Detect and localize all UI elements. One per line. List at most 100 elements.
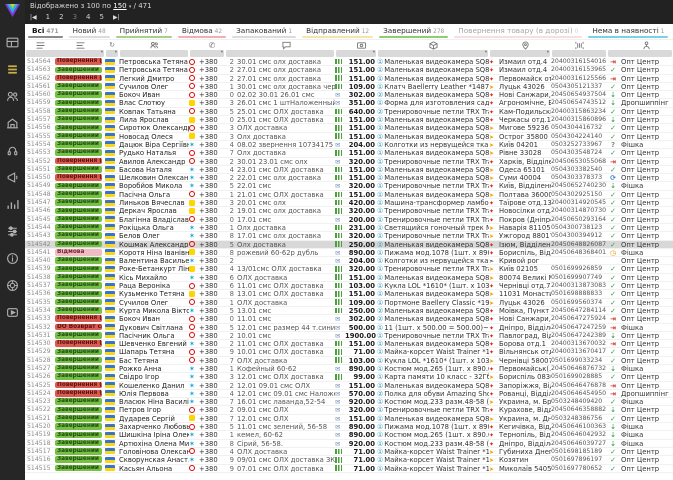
tab-8[interactable]: Повернення товару (в дорозі) 0 (451, 24, 585, 39)
table-row[interactable]: 514538 Завершений Кісь Михайло ✶ +380 6 ОЛХ до… (25, 274, 673, 283)
tab-6[interactable]: Відправлений 12 (299, 24, 376, 39)
page-button-3[interactable]: 3 (73, 13, 77, 21)
sidebar-item-clients[interactable] (6, 90, 19, 103)
table-row[interactable]: 514556 Завершений Сиротюк Олександр +380 3 ОЛ… (25, 124, 673, 133)
table-row[interactable]: 514550 Повернення (з... Шелковин Олексан..… (25, 174, 673, 183)
table-row[interactable]: 514519 Завершений Шишкіна Іріна Олек...✶ +3… (25, 431, 673, 440)
column-header-source[interactable]: ↻ (105, 40, 119, 50)
table-row[interactable]: 514544 Завершений Рокіцька Ольга ✶ +380 1 Олх … (25, 224, 673, 233)
column-header-tracking[interactable] (551, 40, 607, 50)
table-row[interactable]: 514539 Завершений Роке-Бетанкурт Лін... +38… (25, 265, 673, 274)
table-row[interactable]: 514540 Завершений Валентина Василье... ✶ +38… (25, 257, 673, 266)
table-row[interactable]: 514522 Завершений Петров Ігор +380 2 09.01 см… (25, 406, 673, 415)
column-header-product[interactable] (377, 40, 489, 50)
table-row[interactable]: 514515 Завершений Касьян Альона +380 9 07.01 … (25, 465, 673, 473)
column-header-phone[interactable]: ✆ (199, 40, 225, 50)
sidebar-item-marketing[interactable] (6, 171, 19, 184)
table-row[interactable]: 514564 Повернення (з... Петровська Тетяна +… (25, 58, 673, 67)
column-header-address[interactable] (499, 40, 551, 50)
table-row[interactable]: 514555 Завершений Новосад Олеся +380 3 Олх до… (25, 133, 673, 141)
app-logo[interactable] (4, 3, 21, 22)
table-row[interactable]: 514527 Завершений Рожко Анна ✶ +380 1 Кофейный… (25, 365, 673, 374)
table-row[interactable]: 514547 Завершений Линьков Вячеслав +380 3 20.… (25, 199, 673, 208)
table-row[interactable]: 514548 Завершений Пасічна Ольга +380 1 21.01 … (25, 191, 673, 200)
page-size-dropdown[interactable]: 150 (113, 2, 126, 10)
table-row[interactable]: 514551 Завершений Басова Наталя ✶ +380 4 23.01… (25, 166, 673, 175)
sidebar-item-company[interactable] (6, 117, 19, 130)
filter-supplier[interactable] (608, 50, 672, 57)
sidebar-item-statistics[interactable] (6, 198, 19, 211)
table-row[interactable]: 514516 Завершений Скворунская Анаст... ✶ +38… (25, 456, 673, 465)
tab-1[interactable]: Всі 471 (25, 24, 66, 39)
page-button-1[interactable]: 1 (46, 13, 50, 21)
table-row[interactable]: 514526 Завершений Свідро Ігор ✶ +380 3 12.01 с… (25, 373, 673, 382)
sidebar-item-orders[interactable] (6, 63, 19, 76)
filter-phone[interactable]: ▾ (190, 50, 224, 57)
filter-status[interactable]: ▾ (26, 50, 104, 57)
tab-2[interactable]: Новий 48 (66, 24, 113, 39)
table-row[interactable]: 514536 Завершений Кузьменко Тетяна +380 8 13.… (25, 290, 673, 299)
table-row[interactable]: 514561 Завершений Сучилов Олег +380 1 30.01 с… (25, 83, 673, 92)
tab-5[interactable]: Запакований 1 (229, 24, 299, 39)
column-header-supplier[interactable] (619, 40, 673, 50)
sidebar-item-video-tutorials[interactable] (6, 306, 19, 319)
table-row[interactable]: 514562 Повернення (з... Легкий Дмитро +380 2… (25, 75, 673, 83)
table-row[interactable]: 514535 Завершений Сучилов Олег +380 1 ОЛХ дос… (25, 299, 673, 307)
column-header-total[interactable] (345, 40, 377, 50)
table-row[interactable]: 514531 Завершений Пасічник Ольга +380 2 10.01… (25, 332, 673, 341)
column-header-status[interactable] (55, 40, 105, 50)
column-header-comment[interactable] (237, 40, 335, 50)
filter-product[interactable]: ▾ (378, 50, 488, 57)
table-row[interactable]: 514558 Завершений Ковпак Татьяна +380 5 25.01… (25, 108, 673, 117)
filter-tracking[interactable] (552, 50, 606, 57)
table-row[interactable]: 514543 Завершений Белов Олег ✶ +380 8 17.01 см… (25, 232, 673, 241)
table-row[interactable]: 514545 Завершений Благінна Владіслава +380 0… (25, 216, 673, 224)
table-row[interactable]: 514553 Завершений Рудько Наталья +380 7 Олх д… (25, 149, 673, 158)
filter-source[interactable]: ▾ (106, 50, 118, 57)
filter-client[interactable] (120, 50, 188, 57)
table-row[interactable]: 514563 Завершений Петровська Тетяна +380 2 27… (25, 66, 673, 75)
table-row[interactable]: 514549 Завершений Воробйов Микола ✶ +380 5 22.… (25, 182, 673, 191)
tab-9[interactable]: Нема в наявності 1 (585, 24, 671, 39)
first-page-button[interactable]: |◀ (30, 14, 37, 21)
filter-address[interactable]: ▾ (490, 50, 550, 57)
table-row[interactable]: 514541 Відмова Коротя Ніна Іванівна +380 8 ро… (25, 249, 673, 258)
table-row[interactable]: 514520 Завершений Захарченко Любовь +380 5 11… (25, 423, 673, 432)
table-row[interactable]: 514552 Повернення (з... Авилов Александр +3… (25, 158, 673, 166)
sidebar-item-settings[interactable] (6, 225, 19, 238)
table-row[interactable]: 514524 Повернення (з... Юлія Первова ✶ +380 4… (25, 390, 673, 399)
table-row[interactable]: 514560 Завершений Бокоч Иван +380 0 02.02 30.… (25, 91, 673, 100)
tab-3[interactable]: Прийнятий 7 (113, 24, 175, 39)
sidebar-item-telephony[interactable] (6, 144, 19, 157)
sidebar-item-dashboard[interactable] (6, 36, 19, 49)
column-header-id[interactable] (25, 40, 55, 50)
table-row[interactable]: 514525 Повернення (з... Кошеленко Данил ✶ +3… (25, 382, 673, 390)
table-row[interactable]: 514557 Завершений Лила Ярослав +380 0 25.01 с… (25, 116, 673, 125)
filter-comment[interactable] (226, 50, 334, 57)
table-row[interactable]: 514529 Завершений Шапарь Тетяна +380 9 10.01 … (25, 348, 673, 357)
table-row[interactable]: 514559 Завершений Влас Слотюу +380 3 26.01 см… (25, 99, 673, 108)
table-row[interactable]: 514554 Завершений Дацюк Віра Сергіївна ✶ +38… (25, 141, 673, 150)
column-header-client[interactable] (119, 40, 189, 50)
tab-4[interactable]: Відмова 42 (175, 24, 229, 39)
table-row[interactable]: 514534 Завершений Курта Микола Вікто...✶ +3… (25, 307, 673, 316)
tab-7[interactable]: Завершений 278 (376, 24, 451, 39)
table-row[interactable]: 514521 Завершений Дударев Сергій +380 7 12.01… (25, 415, 673, 424)
table-row[interactable]: 514533 Повернення (з... Бокоч Иван +380 011.… (25, 315, 673, 324)
table-row[interactable]: 514523 Завершений Власюк Ніна Василі... ✶ +3… (25, 398, 673, 407)
table-row[interactable]: 514518 Завершений Артюхіна Олена Ми... ✶ +38… (25, 440, 673, 448)
page-button-4[interactable]: 4 (86, 13, 90, 21)
filter-total[interactable]: ▾ (336, 50, 376, 57)
table-row[interactable]: 514542 Завершений Кошмак Александр +380 5 Олх… (25, 240, 673, 249)
sidebar-item-support[interactable] (6, 279, 19, 292)
table-row[interactable]: 514528 Завершений Бас Тетяна +380 7 ОЛХ доста… (25, 357, 673, 365)
table-row[interactable]: 514546 Завершений Деркач Ярослав +380 2 19.01… (25, 207, 673, 216)
page-button-5[interactable]: 5 (100, 13, 104, 21)
sidebar-item-info[interactable] (6, 252, 19, 265)
last-page-button[interactable]: ▶| (113, 14, 120, 21)
table-row[interactable]: 514537 Завершений Раца Вероніка +380 6 11.01 … (25, 282, 673, 291)
table-row[interactable]: 514530 Повернення (з... Шевченко Евгений✶ +… (25, 340, 673, 349)
table-row[interactable]: 514532 DO Возврат ск... Дукович Світлана +3… (25, 324, 673, 332)
page-button-2[interactable]: 2 (59, 13, 63, 21)
table-row[interactable]: 514517 Завершений Головінова Олексан... +38… (25, 448, 673, 457)
